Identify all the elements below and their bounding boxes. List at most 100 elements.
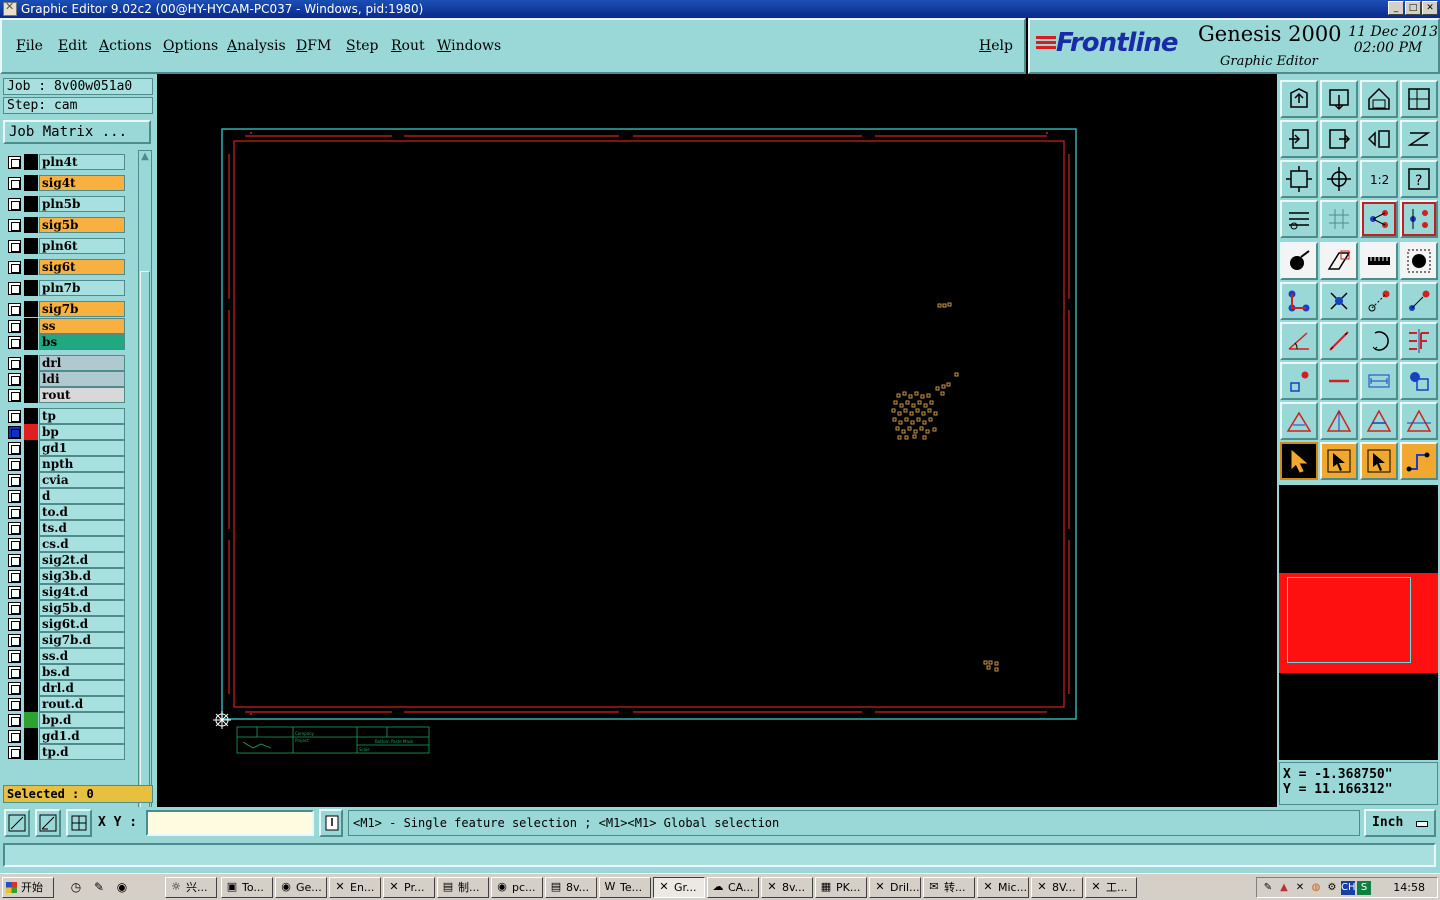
layer-name[interactable]: bs.d — [39, 664, 125, 680]
layer-row[interactable]: sig6t.d — [5, 616, 127, 632]
zoom-window-button[interactable] — [4, 809, 30, 837]
layer-name[interactable]: ss.d — [39, 648, 125, 664]
taskbar-task[interactable]: ✕ 8V... — [1031, 877, 1083, 898]
layer-checkbox[interactable] — [8, 336, 21, 349]
measure-h-tool-button[interactable] — [1360, 362, 1398, 400]
layer-color-swatch[interactable] — [24, 648, 38, 664]
layer-color-swatch[interactable] — [24, 584, 38, 600]
tray-orange-icon[interactable]: ◍ — [1309, 881, 1323, 895]
menu-dfm[interactable]: DFM — [296, 38, 331, 54]
layer-checkbox[interactable] — [8, 522, 21, 535]
layer-name[interactable]: sig6t.d — [39, 616, 125, 632]
rotate-tool-button[interactable] — [1360, 322, 1398, 360]
layer-row[interactable]: ldi — [5, 371, 127, 387]
open-left-tool-button[interactable] — [1280, 120, 1318, 158]
layer-row[interactable]: to.d — [5, 504, 127, 520]
layer-checkbox[interactable] — [8, 240, 21, 253]
layer-name[interactable]: sig6t — [39, 259, 125, 275]
layer-color-swatch[interactable] — [24, 196, 38, 212]
layer-checkbox[interactable] — [8, 666, 21, 679]
layer-row[interactable]: sig5b.d — [5, 600, 127, 616]
layer-color-swatch[interactable] — [24, 424, 38, 440]
triangle3-tool-button[interactable] — [1360, 402, 1398, 440]
layer-checkbox[interactable] — [8, 219, 21, 232]
layer-color-swatch[interactable] — [24, 334, 38, 350]
layer-color-swatch[interactable] — [24, 387, 38, 403]
taskbar-task[interactable]: ◉ Ge... — [275, 877, 327, 898]
layer-row[interactable]: sig7b.d — [5, 632, 127, 648]
layer-color-swatch[interactable] — [24, 632, 38, 648]
layer-name[interactable]: bs — [39, 334, 125, 350]
tray-input-icon[interactable]: S — [1357, 881, 1371, 895]
layer-checkbox[interactable] — [8, 442, 21, 455]
tray-network-icon[interactable]: ⚙ — [1325, 881, 1339, 895]
angle-tool-button[interactable] — [1280, 322, 1318, 360]
layer-row[interactable]: sig3b.d — [5, 568, 127, 584]
layer-name[interactable]: to.d — [39, 504, 125, 520]
taskbar-task[interactable]: ✕ Pr... — [383, 877, 435, 898]
layer-checkbox[interactable] — [8, 650, 21, 663]
minimize-button[interactable]: _ — [1388, 1, 1404, 15]
layer-name[interactable]: gd1.d — [39, 728, 125, 744]
layer-color-swatch[interactable] — [24, 318, 38, 334]
taskbar-task[interactable]: ✉ 转... — [923, 877, 975, 898]
layer-row[interactable]: sig2t.d — [5, 552, 127, 568]
menu-options[interactable]: Options — [163, 38, 218, 54]
layer-row[interactable]: pln6t — [5, 238, 127, 254]
layer-name[interactable]: bp.d — [39, 712, 125, 728]
graphic-canvas[interactable]: Company Project Bottom Paste Mask Scale — [157, 74, 1277, 807]
taskbar-task[interactable]: ▤ 制... — [437, 877, 489, 898]
layer-row[interactable]: ss.d — [5, 648, 127, 664]
layer-name[interactable]: tp — [39, 408, 125, 424]
menu-analysis[interactable]: Analysis — [227, 38, 286, 54]
layer-checkbox[interactable] — [8, 698, 21, 711]
menu-rout[interactable]: Rout — [391, 38, 425, 54]
taskbar-task[interactable]: ✕ En... — [329, 877, 381, 898]
layer-name[interactable]: sig4t — [39, 175, 125, 191]
layer-name[interactable]: rout — [39, 387, 125, 403]
layer-color-swatch[interactable] — [24, 552, 38, 568]
cross-tool-button[interactable] — [1320, 282, 1358, 320]
layer-name[interactable]: ss — [39, 318, 125, 334]
layer-row[interactable]: sig6t — [5, 259, 127, 275]
layer-name[interactable]: npth — [39, 456, 125, 472]
close-button[interactable]: ✕ — [1422, 1, 1438, 15]
layer-checkbox[interactable] — [8, 538, 21, 551]
snap-red2-tool-button[interactable] — [1400, 200, 1438, 238]
scroll-thumb[interactable] — [140, 271, 150, 841]
quick-launch-clock-icon[interactable]: ◷ — [68, 879, 84, 895]
layer-color-swatch[interactable] — [24, 175, 38, 191]
layer-color-swatch[interactable] — [24, 154, 38, 170]
arrow-node-tool-button[interactable] — [1400, 282, 1438, 320]
taskbar-task[interactable]: ☁ CA... — [707, 877, 759, 898]
taskbar-task[interactable]: ☼ 兴... — [165, 877, 217, 898]
taskbar-task[interactable]: ✕ Dril... — [869, 877, 921, 898]
layer-color-swatch[interactable] — [24, 664, 38, 680]
select-tool-button[interactable] — [1280, 442, 1318, 480]
undo-tool-button[interactable] — [1360, 120, 1398, 158]
menu-help[interactable]: Help — [979, 38, 1013, 54]
layer-color-swatch[interactable] — [24, 355, 38, 371]
taskbar-task[interactable]: ▦ PK... — [815, 877, 867, 898]
triangle4-tool-button[interactable] — [1400, 402, 1438, 440]
taskbar-task[interactable]: ◉ pc... — [491, 877, 543, 898]
connect-tool-button[interactable] — [1280, 282, 1318, 320]
taskbar-task[interactable]: ▤ 8v... — [545, 877, 597, 898]
taskbar-task[interactable]: ✕ 工... — [1085, 877, 1137, 898]
menu-actions[interactable]: Actions — [99, 38, 152, 54]
layer-checkbox[interactable] — [8, 282, 21, 295]
layer-row[interactable]: tp.d — [5, 744, 127, 760]
window-tool-button[interactable] — [1400, 80, 1438, 118]
layer-checkbox[interactable] — [8, 746, 21, 759]
add-feature-tool-button[interactable] — [1280, 242, 1318, 280]
zoom-ratio-tool-button[interactable]: 1:2 — [1360, 160, 1398, 198]
layer-color-swatch[interactable] — [24, 301, 38, 317]
layer-row[interactable]: cvia — [5, 472, 127, 488]
layer-color-swatch[interactable] — [24, 568, 38, 584]
layer-color-swatch[interactable] — [24, 504, 38, 520]
menu-step[interactable]: Step — [346, 38, 378, 54]
line-node-tool-button[interactable] — [1360, 282, 1398, 320]
dash-tool-button[interactable] — [1320, 362, 1358, 400]
layer-checkbox[interactable] — [8, 458, 21, 471]
layer-checkbox[interactable] — [8, 634, 21, 647]
